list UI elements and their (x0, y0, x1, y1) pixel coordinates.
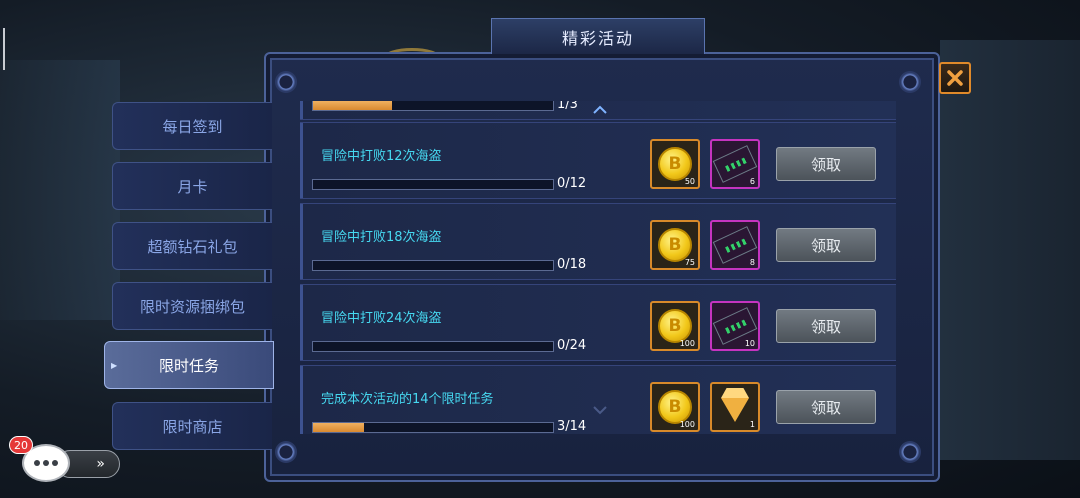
tab-daily-checkin[interactable]: 每日签到 (112, 102, 272, 150)
task-list[interactable]: 1/3 冒险中打败12次海盗 0/12 B 50 6 领取 冒险中打败18次海盗… (300, 101, 896, 434)
task-row: 完成本次活动的14个限时任务 3/14 B 100 1 领取 (300, 365, 896, 434)
panel-corner-rivet (275, 71, 297, 93)
chat-dot (34, 460, 40, 466)
progress-text: 0/18 (557, 257, 587, 272)
gold-coin-icon: B (658, 390, 692, 424)
claim-button[interactable]: 领取 (776, 390, 876, 424)
tab-limited-shop[interactable]: 限时商店 (112, 402, 272, 450)
panel-corner-rivet (899, 71, 921, 93)
claim-button[interactable]: 领取 (776, 228, 876, 262)
reward-quantity: 100 (679, 420, 695, 429)
close-button[interactable] (939, 62, 971, 94)
gold-coin-icon: B (658, 309, 692, 343)
reward-item[interactable]: 6 (710, 139, 760, 189)
tab-diamond-pack[interactable]: 超额钻石礼包 (112, 222, 272, 270)
scroll-up-icon[interactable] (592, 104, 608, 118)
progress-text: 0/24 (557, 338, 587, 353)
progress-text: 1/3 (557, 101, 578, 112)
progress-bar (312, 101, 554, 111)
reward-quantity: 6 (749, 177, 755, 186)
tab-resource-bundle[interactable]: 限时资源捆绑包 (112, 282, 272, 330)
gold-coin-icon: B (658, 228, 692, 262)
progress-text: 0/12 (557, 176, 587, 191)
progress-bar (312, 341, 554, 352)
background-pipe (0, 60, 120, 320)
task-description: 冒险中打败12次海盗 (321, 149, 442, 164)
reward-item[interactable]: 10 (710, 301, 760, 351)
reward-quantity: 8 (749, 258, 755, 267)
chat-dot (52, 460, 58, 466)
reward-quantity: 10 (744, 339, 755, 348)
panel-title: 精彩活动 (491, 18, 705, 54)
reward-quantity: 100 (679, 339, 695, 348)
progress-bar (312, 179, 554, 190)
background-wall (940, 40, 1080, 460)
gold-coin-icon: B (658, 147, 692, 181)
reward-coin[interactable]: B 100 (650, 382, 700, 432)
reward-coin[interactable]: B 75 (650, 220, 700, 270)
gem-icon (721, 398, 749, 422)
screen-edge-indicator (3, 28, 5, 70)
task-row: 冒险中打败12次海盗 0/12 B 50 6 领取 (300, 122, 896, 199)
task-description: 冒险中打败18次海盗 (321, 230, 442, 245)
scroll-down-icon[interactable] (592, 404, 608, 418)
chat-dot (43, 460, 49, 466)
reward-quantity: 1 (749, 420, 755, 429)
reward-quantity: 75 (684, 258, 695, 267)
claim-button[interactable]: 领取 (776, 309, 876, 343)
reward-gem[interactable]: 1 (710, 382, 760, 432)
task-row: 冒险中打败24次海盗 0/24 B 100 10 领取 (300, 284, 896, 361)
task-description: 完成本次活动的14个限时任务 (321, 392, 494, 407)
close-icon (947, 70, 963, 86)
reward-coin[interactable]: B 50 (650, 139, 700, 189)
claim-button[interactable]: 领取 (776, 147, 876, 181)
task-row: 冒险中打败18次海盗 0/18 B 75 8 领取 (300, 203, 896, 280)
panel-corner-rivet (275, 441, 297, 463)
reward-quantity: 50 (684, 177, 695, 186)
progress-text: 3/14 (557, 419, 587, 434)
tab-monthly-card[interactable]: 月卡 (112, 162, 272, 210)
unread-badge: 20 (9, 436, 33, 454)
task-description: 冒险中打败24次海盗 (321, 311, 442, 326)
progress-bar (312, 422, 554, 433)
panel-corner-rivet (899, 441, 921, 463)
reward-item[interactable]: 8 (710, 220, 760, 270)
tab-limited-tasks[interactable]: 限时任务 (104, 341, 274, 389)
progress-bar (312, 260, 554, 271)
reward-coin[interactable]: B 100 (650, 301, 700, 351)
